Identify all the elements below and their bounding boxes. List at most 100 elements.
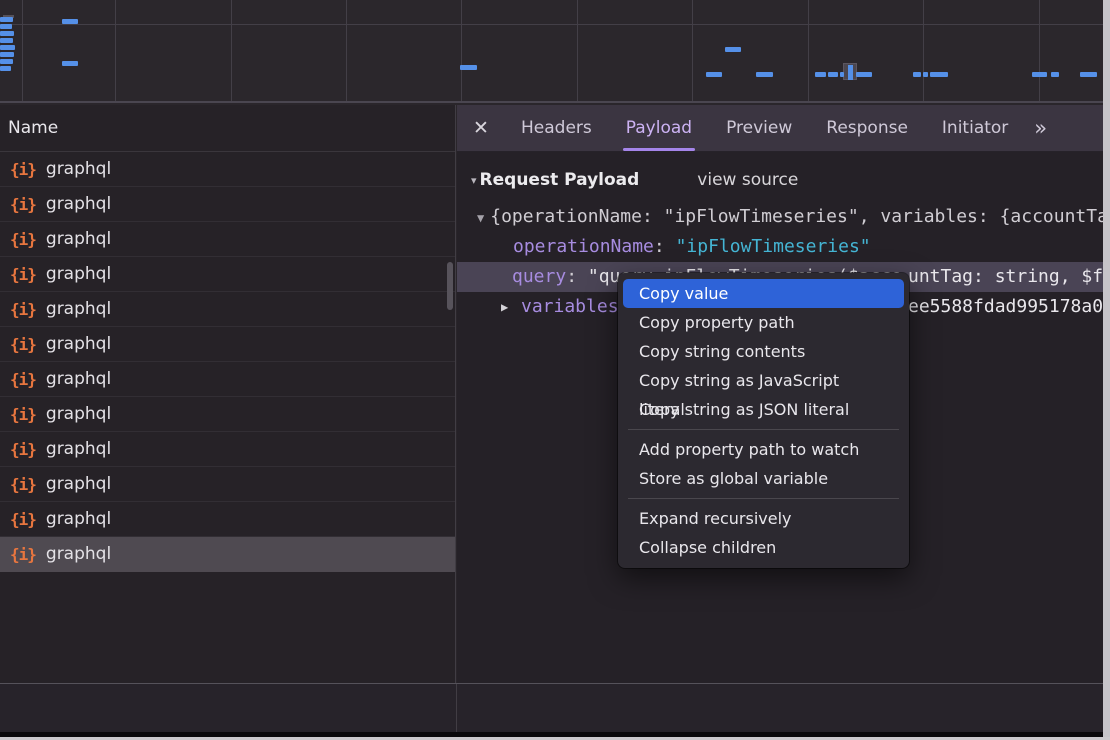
overview-gridline bbox=[577, 0, 578, 101]
network-overview-timeline[interactable] bbox=[0, 0, 1103, 103]
menu-item-collapse-children[interactable]: Collapse children bbox=[623, 533, 904, 562]
property-value-right: untTag: string, $f bbox=[908, 262, 1103, 292]
timeline-request-bar bbox=[930, 72, 948, 77]
request-row[interactable]: {i} graphql bbox=[0, 502, 455, 537]
tree-root-line[interactable]: ▼ {operationName: "ipFlowTimeseries", var… bbox=[457, 202, 1103, 232]
panel-divider[interactable] bbox=[456, 684, 457, 732]
tab-headers[interactable]: Headers bbox=[521, 105, 592, 151]
json-braces-icon: {i} bbox=[10, 440, 36, 459]
tab-preview[interactable]: Preview bbox=[726, 105, 792, 151]
request-row[interactable]: {i} graphql bbox=[0, 327, 455, 362]
request-name-label: graphql bbox=[46, 229, 111, 249]
devtools-window: Name {i}graphql{i}graphql{i}graphql{i}gr… bbox=[0, 0, 1110, 740]
overview-gridline bbox=[231, 0, 232, 101]
view-source-link[interactable]: view source bbox=[697, 170, 798, 190]
menu-item-copy-string-contents[interactable]: Copy string contents bbox=[623, 337, 904, 366]
menu-item-copy-string-as-javascript-literal[interactable]: Copy string as JavaScript literal bbox=[623, 366, 904, 395]
json-braces-icon: {i} bbox=[10, 475, 36, 494]
request-row[interactable]: {i} graphql bbox=[0, 467, 455, 502]
overview-marker-bar bbox=[848, 65, 853, 80]
menu-separator bbox=[628, 498, 899, 499]
inspector-tab-bar: ✕ Headers Payload Preview Response Initiator… bbox=[457, 105, 1103, 152]
menu-item-copy-value[interactable]: Copy value bbox=[623, 279, 904, 308]
request-name-label: graphql bbox=[46, 474, 111, 494]
close-icon[interactable]: ✕ bbox=[473, 117, 493, 139]
tab-initiator[interactable]: Initiator bbox=[942, 105, 1008, 151]
timeline-request-bar bbox=[706, 72, 722, 77]
inspector-tabs: Headers Payload Preview Response Initiator bbox=[521, 105, 1008, 151]
timeline-request-bar bbox=[1032, 72, 1047, 77]
timeline-request-bar bbox=[0, 31, 14, 36]
overview-gridline-horizontal bbox=[0, 24, 1103, 25]
request-row[interactable]: {i}graphql bbox=[0, 187, 455, 222]
json-braces-icon: {i} bbox=[10, 510, 36, 529]
property-key: query bbox=[512, 266, 566, 287]
menu-item-copy-property-path[interactable]: Copy property path bbox=[623, 308, 904, 337]
request-row[interactable]: {i} graphql bbox=[0, 152, 455, 187]
timeline-request-bar bbox=[62, 19, 78, 24]
menu-item-copy-string-as-json-literal[interactable]: Copy string as JSON literal bbox=[623, 395, 904, 424]
timeline-request-bar bbox=[1051, 72, 1059, 77]
timeline-request-bar bbox=[815, 72, 826, 77]
overview-gridline bbox=[22, 0, 23, 101]
request-name-label: graphql bbox=[46, 334, 111, 354]
timeline-request-bar bbox=[828, 72, 838, 77]
overview-gridline bbox=[1039, 0, 1040, 101]
property-key: variables bbox=[521, 296, 619, 317]
timeline-request-bar bbox=[725, 47, 741, 52]
menu-item-add-property-path-to-watch[interactable]: Add property path to watch bbox=[623, 435, 904, 464]
timeline-request-bar bbox=[62, 61, 78, 66]
overview-gridline bbox=[923, 0, 924, 101]
timeline-request-bar bbox=[1080, 72, 1097, 77]
root-preview-text: {operationName: "ipFlowTimeseries", vari… bbox=[490, 206, 1103, 227]
menu-item-store-as-global-variable[interactable]: Store as global variable bbox=[623, 464, 904, 493]
timeline-request-bar bbox=[0, 24, 12, 29]
tab-payload[interactable]: Payload bbox=[626, 105, 692, 151]
request-row[interactable]: {i} graphql bbox=[0, 222, 455, 257]
json-braces-icon: {i} bbox=[10, 405, 36, 424]
json-braces-icon: {i} bbox=[10, 300, 36, 319]
request-name-label: graphql bbox=[46, 159, 111, 179]
request-row[interactable]: {i}graphql bbox=[0, 537, 455, 572]
request-row[interactable]: {i}graphql bbox=[0, 292, 455, 327]
tab-response[interactable]: Response bbox=[826, 105, 908, 151]
timeline-request-bar bbox=[840, 72, 844, 77]
timeline-request-bar bbox=[913, 72, 921, 77]
timeline-request-bar bbox=[0, 59, 13, 64]
request-name-label: graphql bbox=[46, 264, 111, 284]
menu-separator bbox=[628, 429, 899, 430]
request-rows: {i} graphql {i} graphql {i} graphql {i} graphql… bbox=[0, 152, 455, 572]
menu-item-expand-recursively[interactable]: Expand recursively bbox=[623, 504, 904, 533]
request-row[interactable]: {i}graphql bbox=[0, 432, 455, 467]
request-row[interactable]: {i}graphql bbox=[0, 397, 455, 432]
timeline-request-bar bbox=[0, 17, 13, 22]
timeline-request-bar bbox=[0, 45, 15, 50]
timeline-request-bar bbox=[0, 66, 11, 71]
json-braces-icon: {i} bbox=[10, 195, 36, 214]
timeline-request-bar bbox=[0, 38, 13, 43]
timeline-request-bar bbox=[0, 52, 14, 57]
timeline-request-bar bbox=[460, 65, 477, 70]
request-row[interactable]: {i}graphql bbox=[0, 257, 455, 292]
more-tabs-icon[interactable]: » bbox=[1034, 116, 1045, 140]
overview-gridline bbox=[346, 0, 347, 101]
page-right-edge bbox=[1103, 0, 1110, 737]
context-menu: Copy valueCopy property pathCopy string … bbox=[618, 273, 909, 568]
collapsed-triangle-icon[interactable]: ▶ bbox=[501, 292, 508, 322]
name-column-header[interactable]: Name bbox=[0, 105, 455, 152]
tree-line-operation-name[interactable]: operationName: "ipFlowTimeseries" bbox=[457, 232, 1103, 262]
scrollbar-thumb[interactable] bbox=[447, 262, 453, 310]
request-name-label: graphql bbox=[46, 509, 111, 529]
overview-gridline bbox=[461, 0, 462, 101]
json-braces-icon: {i} bbox=[10, 160, 36, 179]
name-column-label: Name bbox=[8, 118, 58, 138]
section-collapse-icon[interactable]: ▾ bbox=[471, 174, 477, 187]
timeline-request-bar bbox=[756, 72, 773, 77]
request-row[interactable]: {i}graphql bbox=[0, 362, 455, 397]
json-braces-icon: {i} bbox=[10, 335, 36, 354]
request-payload-section-header[interactable]: ▾ Request Payload view source bbox=[457, 164, 1103, 196]
property-key: operationName bbox=[513, 236, 654, 257]
json-braces-icon: {i} bbox=[10, 230, 36, 249]
property-value: "ipFlowTimeseries" bbox=[676, 236, 871, 257]
expanded-triangle-icon[interactable]: ▼ bbox=[477, 211, 484, 225]
